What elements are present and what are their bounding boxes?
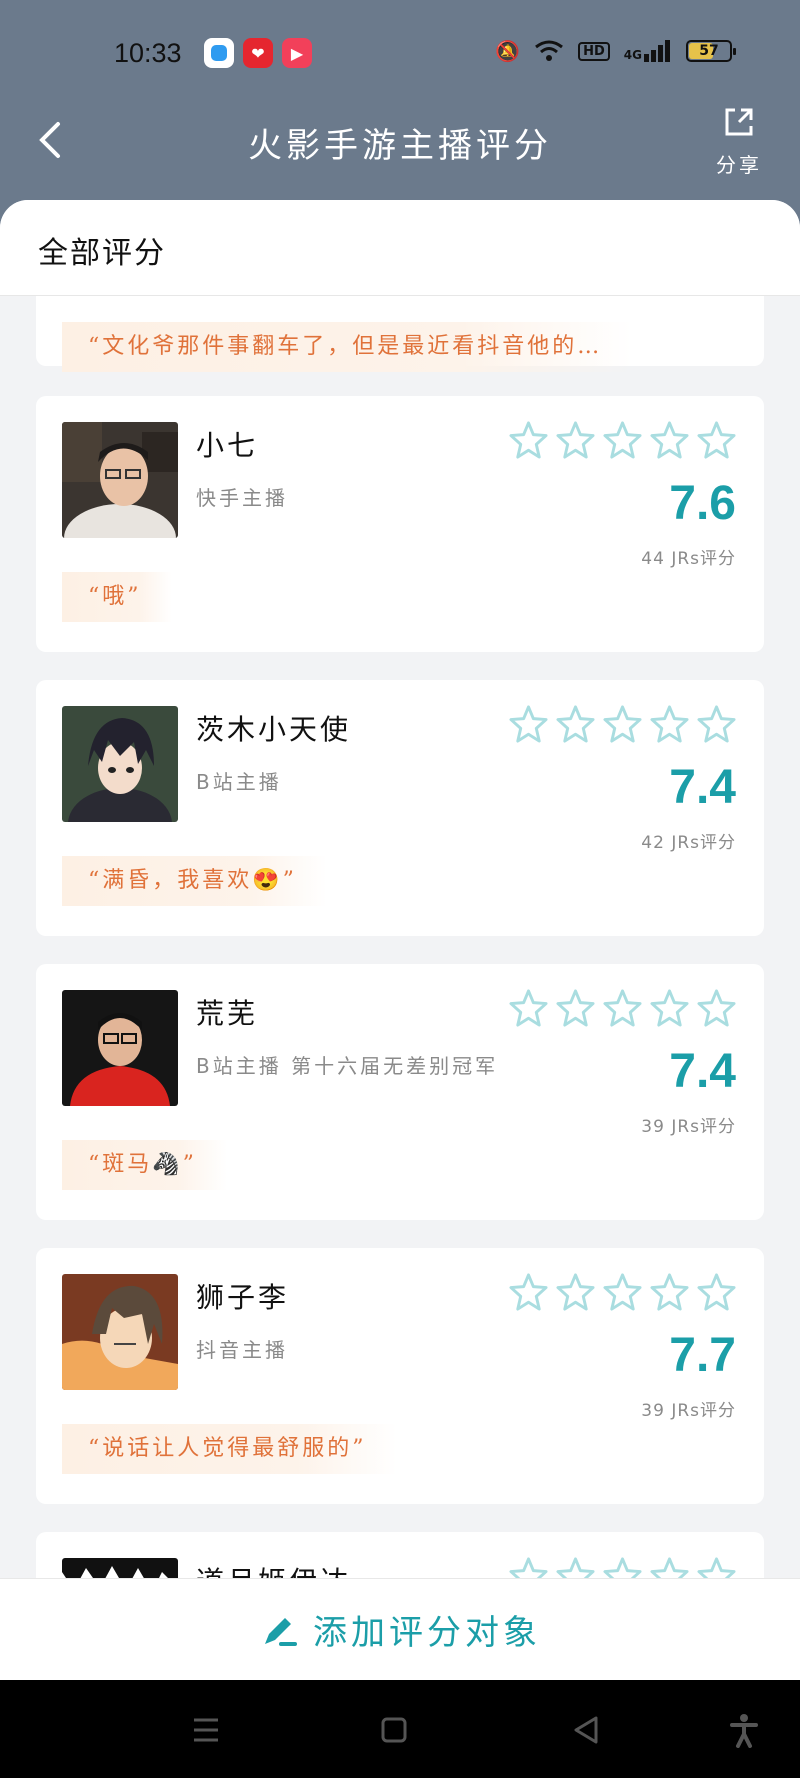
star-outline-icon[interactable] xyxy=(556,1272,595,1311)
accessibility-icon xyxy=(730,1714,758,1748)
home-button[interactable] xyxy=(376,1712,412,1748)
avatar xyxy=(62,1558,178,1578)
star-outline-icon[interactable] xyxy=(509,1556,548,1578)
rating-count: 44 JRs评分 xyxy=(641,549,736,569)
star-outline-icon[interactable] xyxy=(603,704,642,743)
star-outline-icon[interactable] xyxy=(603,1272,642,1311)
star-outline-icon[interactable] xyxy=(603,988,642,1027)
streamer-name: 茨木小天使 xyxy=(196,713,352,746)
app-notification-icon xyxy=(204,38,234,68)
section-header: 全部评分 xyxy=(0,200,800,296)
rating-count: 42 JRs评分 xyxy=(641,833,736,853)
streamer-name: 道月姬伊达 xyxy=(196,1560,351,1578)
top-bar: 10:33 ❤ ▶ 🔕 HD 4G 57 火影手游主播评分 分享 xyxy=(0,0,800,230)
rating-card[interactable]: 小七 快手主播 7.6 44 JRs评分 “哦” xyxy=(36,396,764,652)
star-outline-icon[interactable] xyxy=(603,1556,642,1578)
star-rating[interactable] xyxy=(509,704,736,743)
pen-icon xyxy=(265,1617,297,1646)
star-outline-icon[interactable] xyxy=(509,704,548,743)
avatar xyxy=(62,706,178,822)
star-outline-icon[interactable] xyxy=(650,704,689,743)
avatar xyxy=(62,990,178,1106)
star-outline-icon[interactable] xyxy=(556,988,595,1027)
system-back-button[interactable] xyxy=(568,1712,604,1748)
star-outline-icon[interactable] xyxy=(509,1272,548,1311)
battery-level: 57 xyxy=(699,43,719,59)
review-quote: “斑马🦓” xyxy=(62,1140,227,1190)
status-indicators: 🔕 HD 4G 57 xyxy=(495,39,736,63)
mute-bell-icon: 🔕 xyxy=(495,39,521,63)
star-outline-icon[interactable] xyxy=(697,988,736,1027)
home-icon xyxy=(381,1717,407,1743)
streamer-platform: B站主播 xyxy=(196,770,282,794)
star-outline-icon[interactable] xyxy=(556,1556,595,1578)
star-outline-icon[interactable] xyxy=(603,420,642,459)
section-title: 全部评分 xyxy=(38,236,166,271)
rating-score: 7.4 xyxy=(669,1045,736,1098)
star-outline-icon[interactable] xyxy=(697,1556,736,1578)
share-button[interactable]: 分享 xyxy=(708,104,770,178)
star-outline-icon[interactable] xyxy=(556,704,595,743)
review-quote: “满昏，我喜欢😍” xyxy=(62,856,327,906)
add-button-content: 添加评分对象 xyxy=(259,1605,541,1654)
review-quote: “哦” xyxy=(62,572,172,622)
star-outline-icon[interactable] xyxy=(509,420,548,459)
system-nav-bar xyxy=(0,1680,800,1778)
add-rating-target-button[interactable]: 添加评分对象 xyxy=(0,1578,800,1680)
star-outline-icon[interactable] xyxy=(650,420,689,459)
battery-icon: 57 xyxy=(686,40,736,62)
signal-icon: 4G xyxy=(624,40,672,62)
streamer-name: 小七 xyxy=(196,429,259,462)
rating-score: 7.6 xyxy=(669,477,736,530)
signal-type: 4G xyxy=(623,48,642,62)
hd-badge: HD xyxy=(578,41,610,61)
menu-icon xyxy=(194,1718,218,1742)
menu-button[interactable] xyxy=(188,1712,224,1748)
streamer-name: 荒芜 xyxy=(196,997,259,1030)
back-triangle-icon xyxy=(574,1716,598,1744)
star-outline-icon[interactable] xyxy=(650,988,689,1027)
streamer-platform: 快手主播 xyxy=(196,486,288,510)
share-icon xyxy=(708,104,770,149)
heart-app-icon: ❤ xyxy=(243,38,273,68)
star-outline-icon[interactable] xyxy=(697,420,736,459)
review-quote: “说话让人觉得最舒服的” xyxy=(62,1424,397,1474)
wifi-icon xyxy=(535,40,564,61)
rating-card[interactable]: 茨木小天使 B站主播 7.4 42 JRs评分 “满昏，我喜欢😍” xyxy=(36,680,764,936)
streamer-platform: 抖音主播 xyxy=(196,1338,288,1362)
rating-count: 39 JRs评分 xyxy=(641,1401,736,1421)
star-rating[interactable] xyxy=(509,420,736,459)
page-title: 火影手游主播评分 xyxy=(248,126,552,166)
rating-score: 7.7 xyxy=(669,1329,736,1382)
ratings-sheet: 全部评分 “文化爷那件事翻车了，但是最近看抖音他的… 小七 快手主播 7.6 4… xyxy=(0,200,800,1578)
accessibility-button[interactable] xyxy=(726,1712,762,1748)
rating-score: 7.4 xyxy=(669,761,736,814)
add-button-label: 添加评分对象 xyxy=(313,1613,541,1653)
star-outline-icon[interactable] xyxy=(650,1556,689,1578)
video-app-icon: ▶ xyxy=(282,38,312,68)
streamer-platform: B站主播 第十六届无差别冠军 xyxy=(196,1054,499,1078)
star-outline-icon[interactable] xyxy=(556,420,595,459)
avatar xyxy=(62,422,178,538)
star-rating[interactable] xyxy=(509,988,736,1027)
review-quote: “文化爷那件事翻车了，但是最近看抖音他的… xyxy=(62,322,633,372)
star-outline-icon[interactable] xyxy=(509,988,548,1027)
rating-card[interactable]: 道月姬伊达 xyxy=(36,1532,764,1578)
share-label: 分享 xyxy=(716,153,762,177)
rating-count: 39 JRs评分 xyxy=(641,1117,736,1137)
rating-card[interactable]: 荒芜 B站主播 第十六届无差别冠军 7.4 39 JRs评分 “斑马🦓” xyxy=(36,964,764,1220)
star-rating[interactable] xyxy=(509,1556,736,1578)
status-bar: 10:33 ❤ ▶ 🔕 HD 4G 57 xyxy=(0,30,800,76)
star-rating[interactable] xyxy=(509,1272,736,1311)
status-time: 10:33 xyxy=(114,38,182,68)
streamer-name: 狮子李 xyxy=(196,1281,290,1314)
star-outline-icon[interactable] xyxy=(697,704,736,743)
avatar xyxy=(62,1274,178,1390)
star-outline-icon[interactable] xyxy=(697,1272,736,1311)
rating-card[interactable]: 狮子李 抖音主播 7.7 39 JRs评分 “说话让人觉得最舒服的” xyxy=(36,1248,764,1504)
star-outline-icon[interactable] xyxy=(650,1272,689,1311)
